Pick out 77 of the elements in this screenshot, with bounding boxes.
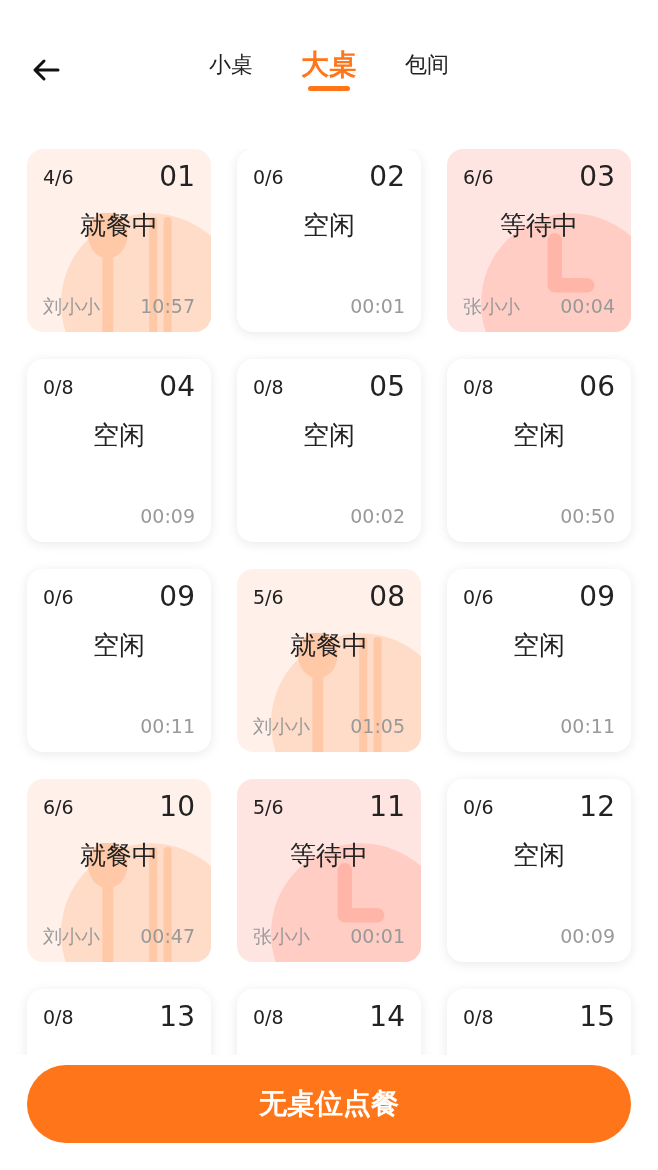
table-card[interactable]: 0/8 13	[27, 989, 211, 1055]
table-card[interactable]: 6/6 10 就餐中 刘小小 00:47	[27, 779, 211, 962]
table-number: 03	[579, 163, 615, 192]
back-arrow-icon[interactable]	[32, 58, 60, 82]
table-number: 12	[579, 793, 615, 822]
seat-count: 0/8	[43, 375, 74, 400]
table-number: 01	[159, 163, 195, 192]
table-card[interactable]: 4/6 01 就餐中 刘小小 10:57	[27, 149, 211, 332]
table-number: 02	[369, 163, 405, 192]
seat-count: 0/6	[463, 585, 494, 610]
elapsed-time: 00:47	[140, 923, 195, 949]
table-number: 09	[579, 583, 615, 612]
elapsed-time: 00:01	[350, 293, 405, 319]
elapsed-time: 00:02	[350, 503, 405, 529]
elapsed-time: 00:11	[140, 713, 195, 739]
seat-count: 5/6	[253, 795, 284, 820]
seat-count: 0/6	[463, 795, 494, 820]
seat-count: 0/8	[253, 375, 284, 400]
tab[interactable]: 小桌	[209, 48, 253, 91]
table-number: 13	[159, 1003, 195, 1032]
table-number: 08	[369, 583, 405, 612]
table-card[interactable]: 0/8 04 空闲 00:09	[27, 359, 211, 542]
elapsed-time: 00:01	[350, 923, 405, 949]
seat-count: 0/8	[253, 1005, 284, 1030]
table-status: 空闲	[92, 628, 146, 662]
table-status: 空闲	[302, 208, 356, 242]
elapsed-time: 00:09	[140, 503, 195, 529]
seat-count: 0/8	[43, 1005, 74, 1030]
table-card[interactable]: 0/8 15	[447, 989, 631, 1055]
seat-count: 6/6	[463, 165, 494, 190]
table-number: 11	[369, 793, 405, 822]
elapsed-time: 00:09	[560, 923, 615, 949]
table-number: 10	[159, 793, 195, 822]
table-card[interactable]: 0/6 09 空闲 00:11	[447, 569, 631, 752]
table-card[interactable]: 5/6 08 就餐中 刘小小 01:05	[237, 569, 421, 752]
seat-count: 0/6	[253, 165, 284, 190]
seat-count: 0/8	[463, 375, 494, 400]
table-status: 就餐中	[79, 838, 159, 872]
table-number: 14	[369, 1003, 405, 1032]
table-status: 就餐中	[79, 208, 159, 242]
elapsed-time: 10:57	[140, 293, 195, 319]
table-status: 空闲	[512, 418, 566, 452]
elapsed-time: 00:04	[560, 293, 615, 319]
guest-name: 刘小小	[43, 923, 100, 949]
table-card[interactable]: 0/8 05 空闲 00:02	[237, 359, 421, 542]
table-status: 空闲	[512, 628, 566, 662]
table-card[interactable]: 0/6 02 空闲 00:01	[237, 149, 421, 332]
table-status: 就餐中	[289, 628, 369, 662]
table-card[interactable]: 0/6 12 空闲 00:09	[447, 779, 631, 962]
table-card[interactable]: 6/6 03 等待中 张小小 00:04	[447, 149, 631, 332]
guest-name: 刘小小	[253, 713, 310, 739]
seat-count: 0/6	[43, 585, 74, 610]
table-card[interactable]: 0/8 14	[237, 989, 421, 1055]
table-status: 空闲	[512, 838, 566, 872]
seat-count: 6/6	[43, 795, 74, 820]
elapsed-time: 00:50	[560, 503, 615, 529]
guest-name: 张小小	[253, 923, 310, 949]
table-status: 空闲	[302, 418, 356, 452]
elapsed-time: 00:11	[560, 713, 615, 739]
table-number: 05	[369, 373, 405, 402]
table-card[interactable]: 0/6 09 空闲 00:11	[27, 569, 211, 752]
table-card[interactable]: 0/8 06 空闲 00:50	[447, 359, 631, 542]
guest-name: 张小小	[463, 293, 520, 319]
table-number: 06	[579, 373, 615, 402]
seat-count: 4/6	[43, 165, 74, 190]
table-card[interactable]: 5/6 11 等待中 张小小 00:01	[237, 779, 421, 962]
seat-count: 5/6	[253, 585, 284, 610]
tab[interactable]: 包间	[405, 48, 449, 91]
table-number: 09	[159, 583, 195, 612]
table-number: 04	[159, 373, 195, 402]
seat-count: 0/8	[463, 1005, 494, 1030]
guest-name: 刘小小	[43, 293, 100, 319]
table-status: 空闲	[92, 418, 146, 452]
table-number: 15	[579, 1003, 615, 1032]
table-status: 等待中	[289, 838, 369, 872]
table-status: 等待中	[499, 208, 579, 242]
elapsed-time: 01:05	[350, 713, 405, 739]
